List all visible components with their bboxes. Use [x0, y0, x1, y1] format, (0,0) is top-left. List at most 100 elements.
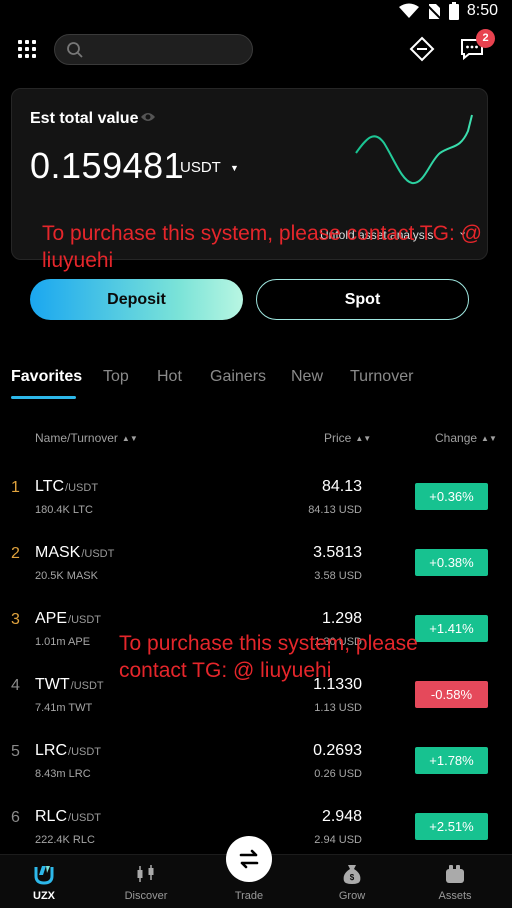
row-rank: 4 — [11, 677, 20, 694]
market-tabs: Favorites Top Hot Gainers New Turnover — [0, 362, 512, 402]
scan-icon[interactable] — [409, 36, 435, 62]
uzx-logo-icon — [34, 866, 54, 885]
money-bag-icon: $ — [343, 865, 361, 884]
apps-grid-icon[interactable] — [18, 40, 40, 62]
tab-new[interactable]: New — [291, 368, 323, 386]
row-usd-price: 2.94 USD — [314, 834, 362, 846]
active-tab-indicator — [11, 396, 76, 399]
row-volume: 180.4K LTC — [35, 504, 93, 516]
nav-label: Trade — [234, 890, 264, 902]
row-symbol: MASK/USDT — [35, 544, 114, 562]
sort-name-turnover[interactable]: Name/Turnover ▲▼ — [35, 431, 138, 445]
deposit-button[interactable]: Deposit — [30, 279, 243, 320]
quote-asset: /USDT — [65, 482, 99, 494]
nav-grow[interactable]: $ Grow — [312, 855, 392, 908]
quote-asset: /USDT — [68, 746, 102, 758]
table-row[interactable]: 4 TWT/USDT 7.41m TWT 1.1330 1.13 USD -0.… — [0, 664, 512, 730]
search-bar[interactable] — [54, 34, 253, 65]
eye-icon[interactable] — [140, 111, 156, 123]
sort-icon: ▲▼ — [355, 434, 372, 443]
header-price: Price — [324, 431, 352, 445]
nav-assets[interactable]: Assets — [415, 855, 495, 908]
sort-price[interactable]: Price ▲▼ — [324, 431, 371, 445]
row-symbol: LRC/USDT — [35, 742, 101, 760]
search-icon — [67, 42, 83, 58]
row-usd-price: 84.13 USD — [308, 504, 362, 516]
tab-hot[interactable]: Hot — [157, 368, 182, 386]
row-price: 2.948 — [321, 808, 362, 825]
nav-label: Assets — [438, 890, 472, 902]
row-symbol: LTC/USDT — [35, 478, 98, 496]
row-usd-price: 1.13 USD — [314, 702, 362, 714]
wifi-icon — [398, 3, 419, 18]
caret-down-icon[interactable]: ▼ — [230, 163, 239, 173]
nav-uzx[interactable]: UZX — [4, 855, 84, 908]
base-asset: RLC — [35, 808, 68, 825]
row-price: 1.1330 — [313, 676, 362, 693]
nav-label: Grow — [338, 890, 366, 902]
row-rank: 5 — [11, 743, 20, 760]
swap-arrows-icon — [239, 849, 259, 869]
row-usd-price: 0.26 USD — [314, 768, 362, 780]
tab-gainers[interactable]: Gainers — [210, 368, 266, 386]
status-icons: 8:50 — [398, 2, 498, 20]
status-bar: 8:50 — [0, 0, 512, 24]
nav-discover[interactable]: Discover — [106, 855, 186, 908]
unfold-asset-analysis-link[interactable]: Unfold asset analysis — [320, 228, 433, 242]
change-badge[interactable]: +1.78% — [415, 747, 488, 774]
table-row[interactable]: 2 MASK/USDT 20.5K MASK 3.5813 3.58 USD +… — [0, 532, 512, 598]
change-badge[interactable]: +1.41% — [415, 615, 488, 642]
sort-icon: ▲▼ — [121, 434, 138, 443]
no-sim-icon — [426, 3, 441, 20]
sort-change[interactable]: Change ▲▼ — [435, 431, 497, 445]
asset-card: Est total value 0.159481 USDT ▼ Unfold a… — [11, 88, 488, 260]
row-volume: 7.41m TWT — [35, 702, 93, 714]
quote-asset: /USDT — [81, 548, 115, 560]
candlestick-icon — [137, 865, 154, 882]
table-row[interactable]: 5 LRC/USDT 8.43m LRC 0.2693 0.26 USD +1.… — [0, 730, 512, 796]
change-badge[interactable]: -0.58% — [415, 681, 488, 708]
row-usd-price: 3.58 USD — [314, 570, 362, 582]
base-asset: LRC — [35, 742, 68, 759]
nav-label: Discover — [124, 890, 168, 902]
row-price: 1.298 — [321, 610, 362, 627]
row-rank: 2 — [11, 545, 20, 562]
row-price: 3.5813 — [313, 544, 362, 561]
svg-text:$: $ — [350, 873, 355, 882]
tab-favorites[interactable]: Favorites — [11, 368, 82, 386]
asset-sparkline — [355, 114, 473, 185]
table-row[interactable]: 1 LTC/USDT 180.4K LTC 84.13 84.13 USD +0… — [0, 466, 512, 532]
top-bar — [0, 30, 512, 70]
base-asset: LTC — [35, 478, 65, 495]
base-asset: APE — [35, 610, 68, 627]
row-price: 84.13 — [321, 478, 362, 495]
change-badge[interactable]: +0.38% — [415, 549, 488, 576]
header-name: Name/Turnover — [35, 431, 118, 445]
total-value: 0.159481 — [30, 145, 185, 186]
quote-asset: /USDT — [68, 812, 102, 824]
row-symbol: APE/USDT — [35, 610, 101, 628]
trade-button[interactable] — [226, 836, 272, 882]
quote-asset: /USDT — [70, 680, 104, 692]
battery-icon — [448, 2, 459, 20]
row-volume: 20.5K MASK — [35, 570, 98, 582]
base-asset: TWT — [35, 676, 70, 693]
notification-badge: 2 — [476, 29, 495, 48]
base-asset: MASK — [35, 544, 81, 561]
change-badge[interactable]: +0.36% — [415, 483, 488, 510]
sort-icon: ▲▼ — [481, 434, 497, 443]
est-total-value-label: Est total value — [30, 110, 139, 127]
currency-unit[interactable]: USDT — [180, 159, 221, 176]
row-usd-price: 1.30 USD — [314, 636, 362, 648]
row-price: 0.2693 — [313, 742, 362, 759]
search-input[interactable] — [91, 40, 241, 60]
quote-asset: /USDT — [68, 614, 102, 626]
change-badge[interactable]: +2.51% — [415, 813, 488, 840]
tab-top[interactable]: Top — [103, 368, 129, 386]
row-symbol: RLC/USDT — [35, 808, 101, 826]
chevron-down-icon[interactable]: ⌄ — [458, 225, 467, 238]
tab-turnover[interactable]: Turnover — [350, 368, 413, 386]
row-volume: 222.4K RLC — [35, 834, 95, 846]
spot-button[interactable]: Spot — [256, 279, 469, 320]
table-row[interactable]: 3 APE/USDT 1.01m APE 1.298 1.30 USD +1.4… — [0, 598, 512, 664]
